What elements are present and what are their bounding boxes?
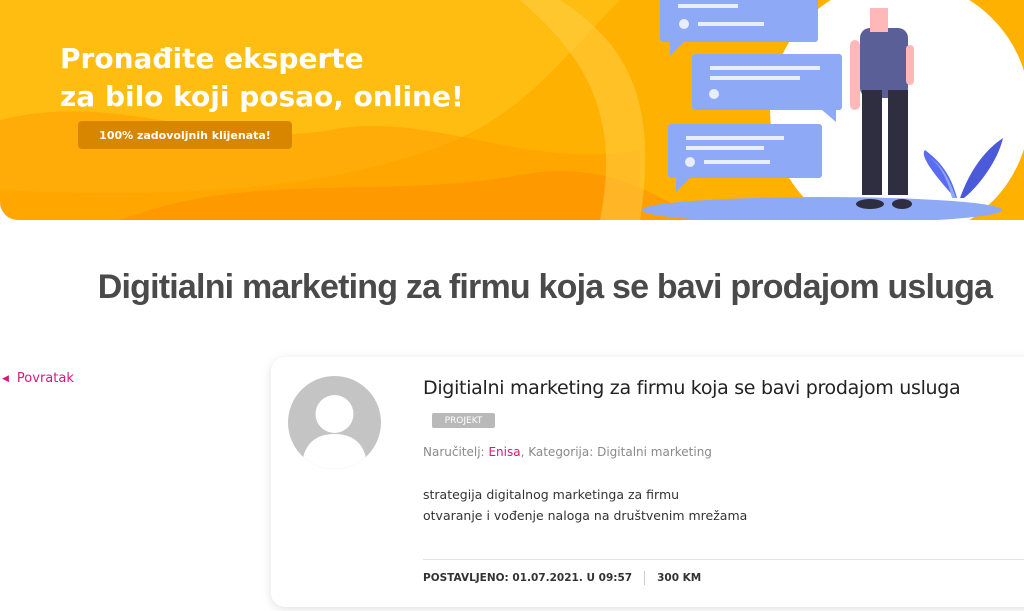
client-label: Naručitelj: (423, 445, 485, 459)
footer-separator (644, 571, 646, 585)
card-divider (423, 559, 1024, 560)
hero-illustration (642, 0, 1003, 220)
chat-bubble-icon (668, 124, 822, 192)
user-placeholder-icon (302, 395, 367, 469)
project-meta: Naručitelj: Enisa, Kategorija: Digitalni… (423, 445, 712, 459)
project-budget: 300 KM (657, 572, 702, 584)
client-link[interactable]: Enisa (488, 445, 520, 459)
hero-banner: Pronađite eksperte za bilo koji posao, o… (0, 0, 1024, 220)
satisfaction-badge: 100% zadovoljnih klijenata! (78, 121, 292, 149)
project-title[interactable]: Digitialni marketing za firmu koja se ba… (423, 377, 961, 399)
back-link[interactable]: ◀ Povratak (2, 371, 74, 386)
page-title: Digitialni marketing za firmu koja se ba… (97, 268, 993, 306)
description-line: otvaranje i vođenje naloga na društvenim… (423, 508, 748, 523)
hero-title-line1: Pronađite eksperte (60, 42, 364, 75)
description-line: strategija digitalnog marketinga za firm… (423, 487, 680, 502)
project-footer: POSTAVLJENO: 01.07.2021. U 09:57 300 KM (423, 571, 701, 585)
chevron-left-icon: ◀ (2, 373, 9, 384)
chat-bubble-icon (692, 54, 842, 122)
posted-date: POSTAVLJENO: 01.07.2021. U 09:57 (423, 572, 633, 584)
project-card: Digitialni marketing za firmu koja se ba… (271, 357, 1024, 607)
person-illustration (850, 8, 914, 209)
chat-bubble-icon (660, 0, 818, 56)
hero-title: Pronađite eksperte za bilo koji posao, o… (60, 40, 464, 116)
back-link-label: Povratak (16, 371, 74, 386)
category-value: Digitalni marketing (597, 445, 712, 459)
project-description: strategija digitalnog marketinga za firm… (423, 484, 747, 526)
hero-title-line2: za bilo koji posao, online! (60, 80, 464, 113)
project-tag: PROJEKT (432, 413, 495, 428)
avatar (288, 376, 381, 469)
category-label: Kategorija: (528, 445, 594, 459)
plant-illustration (923, 138, 1003, 198)
